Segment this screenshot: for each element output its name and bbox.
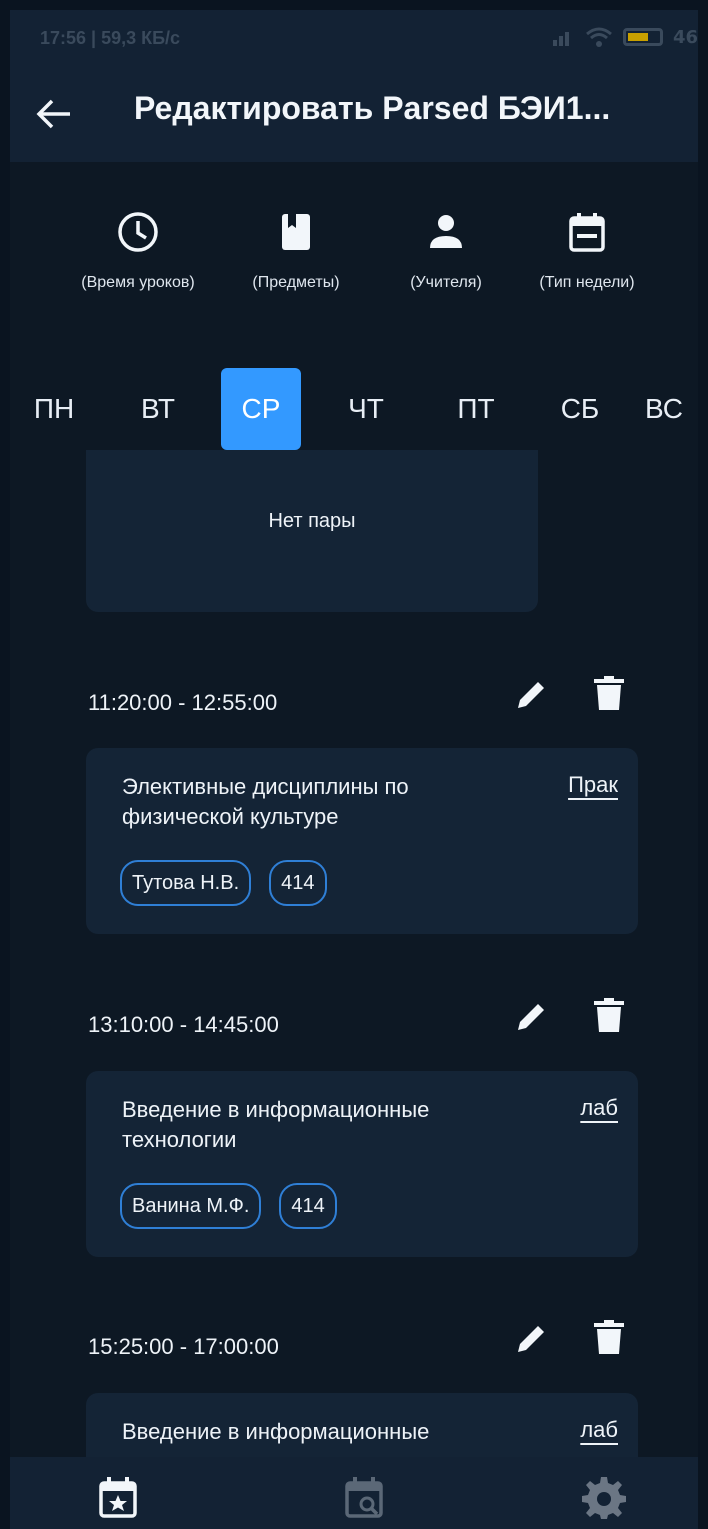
pencil-icon[interactable]	[514, 998, 550, 1034]
lesson-subject: Введение в информационные	[122, 1419, 430, 1444]
lesson-card[interactable]: Введение в информационные технологии лаб…	[86, 1071, 638, 1257]
book-icon	[282, 214, 310, 250]
empty-slot-text: Нет пары	[268, 509, 356, 532]
calendar-star-icon[interactable]	[96, 1475, 140, 1519]
gear-icon[interactable]	[582, 1475, 626, 1519]
day-tabs: ПН ВТ СР ЧТ ПТ СБ ВС	[10, 368, 698, 452]
pencil-icon[interactable]	[514, 676, 550, 712]
lesson-subject: Элективные дисциплины по физической куль…	[122, 774, 409, 829]
teacher-chip[interactable]: Тутова Н.В.	[120, 860, 252, 906]
lesson-time: 11:20:00 - 12:55:00	[88, 690, 278, 715]
lesson-chips: Тутова Н.В. 414	[120, 860, 327, 906]
status-time: 17:56 | 59,3 КБ/с	[40, 28, 181, 48]
toolbar: (Время уроков) (Предметы) (Учителя) (Тип…	[70, 210, 670, 320]
lesson-time-row: 13:10:00 - 14:45:00	[86, 998, 646, 1048]
toolbar-subjects[interactable]: (Предметы)	[236, 210, 356, 292]
tab-sunday[interactable]: ВС	[624, 368, 698, 450]
lesson-type[interactable]: лаб	[580, 1417, 618, 1443]
lesson-time: 13:10:00 - 14:45:00	[88, 1012, 279, 1037]
clock-icon	[118, 212, 158, 252]
tab-monday[interactable]: ПН	[14, 368, 94, 450]
tab-friday[interactable]: ПТ	[436, 368, 516, 450]
toolbar-label: (Предметы)	[252, 274, 340, 291]
lesson-chips: Ванина М.Ф. 414	[120, 1183, 337, 1229]
room-chip[interactable]: 414	[269, 860, 327, 906]
lesson-type[interactable]: Прак	[568, 772, 618, 798]
tab-thursday[interactable]: ЧТ	[326, 368, 406, 450]
lesson-time: 15:25:00 - 17:00:00	[88, 1334, 279, 1359]
lesson-type[interactable]: лаб	[580, 1095, 618, 1121]
page-title: Редактировать Parsed БЭИ1...	[134, 90, 611, 126]
toolbar-label: (Учителя)	[410, 274, 482, 291]
pencil-icon[interactable]	[514, 1320, 550, 1356]
toolbar-week-type[interactable]: (Тип недели)	[522, 210, 652, 292]
app-bar: Редактировать Parsed БЭИ1...	[10, 68, 698, 162]
person-icon	[430, 215, 462, 248]
trash-icon[interactable]	[594, 1320, 624, 1356]
toolbar-label: (Тип недели)	[539, 274, 635, 291]
tab-tuesday[interactable]: ВТ	[118, 368, 198, 450]
lesson-card[interactable]: Элективные дисциплины по физической куль…	[86, 748, 638, 934]
arrow-left-icon[interactable]	[34, 96, 74, 132]
lesson-time-row: 11:20:00 - 12:55:00	[86, 676, 646, 726]
trash-icon[interactable]	[594, 676, 624, 712]
network-label: 46	[672, 26, 698, 48]
status-bar: 17:56 | 59,3 КБ/с 46	[10, 10, 698, 68]
tab-saturday[interactable]: СБ	[540, 368, 620, 450]
wifi-icon	[585, 27, 612, 47]
empty-slot-card[interactable]: Нет пары	[86, 450, 538, 612]
toolbar-label: (Время уроков)	[81, 274, 195, 291]
lesson-time-row: 15:25:00 - 17:00:00	[86, 1320, 646, 1370]
signal-icon	[552, 32, 569, 46]
calendar-search-icon[interactable]	[342, 1475, 386, 1519]
lesson-subject: Введение в информационные технологии	[122, 1097, 430, 1152]
battery-icon	[622, 28, 663, 46]
teacher-chip[interactable]: Ванина М.Ф.	[120, 1183, 262, 1229]
room-chip[interactable]: 414	[279, 1183, 337, 1229]
toolbar-lesson-times[interactable]: (Время уроков)	[58, 210, 218, 292]
status-icons: 46	[551, 26, 698, 48]
calendar-icon	[569, 213, 605, 252]
toolbar-teachers[interactable]: (Учителя)	[396, 210, 496, 292]
trash-icon[interactable]	[594, 998, 624, 1034]
tab-wednesday[interactable]: СР	[221, 368, 301, 450]
bottom-nav	[10, 1457, 698, 1529]
screen: 17:56 | 59,3 КБ/с 46 Редактировать Parse…	[10, 10, 698, 1529]
